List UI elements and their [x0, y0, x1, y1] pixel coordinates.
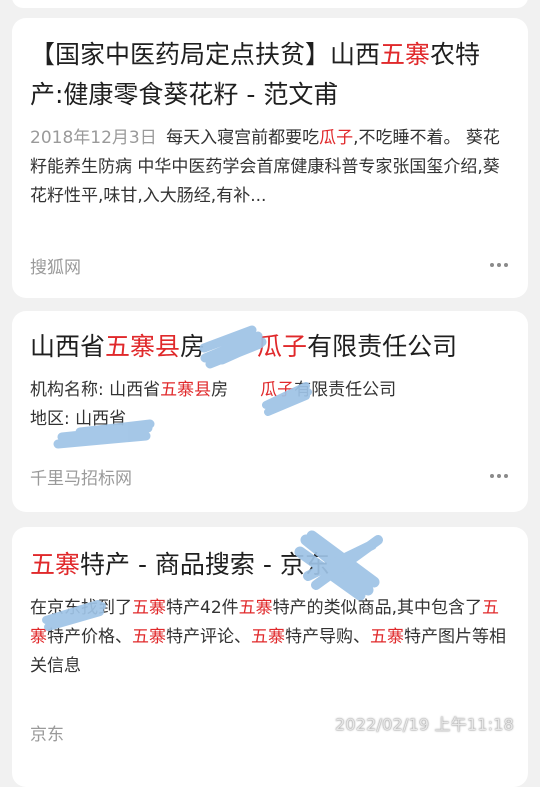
result-snippet: 2018年12月3日 每天入寝宫前都要吃瓜子,不吃睡不着。 葵花籽能养生防病 中…: [30, 124, 510, 211]
title-text: 有限责任公司: [307, 332, 458, 361]
screenshot-timestamp: 2022/02/19 上午11:18: [334, 715, 514, 734]
title-text: 【国家中医药局定点扶贫】山西: [30, 40, 381, 69]
result-source[interactable]: 搜狐网: [30, 253, 81, 278]
snippet-line: 机构名称: 山西省五寨县房 瓜子有限责任公司: [30, 376, 510, 405]
snippet-text: 有限责任公司: [294, 380, 397, 400]
snippet-text: 特产评论、: [166, 627, 251, 647]
result-footer: 千里马招标网: [30, 461, 510, 491]
snippet-highlight: 瓜子: [319, 128, 354, 148]
title-text: 特产 - 商品搜索 - 京东: [80, 550, 330, 579]
title-highlight: 五寨: [30, 550, 81, 579]
snippet-highlight: 五寨: [132, 598, 166, 618]
result-footer: 搜狐网: [30, 250, 510, 280]
result-snippet: 在京东找到了五寨特产42件五寨特产的类似商品,其中包含了五寨特产价格、五寨特产评…: [30, 594, 510, 681]
result-date: 2018年12月3日: [30, 128, 157, 148]
snippet-text: 机构名称: 山西省: [30, 380, 161, 400]
search-result-card[interactable]: 山西省五寨县房 瓜子有限责任公司 机构名称: 山西省五寨县房 瓜子有限责任公司 地区…: [12, 311, 528, 512]
search-result-card[interactable]: 五寨特产 - 商品搜索 - 京东 在京东找到了五寨特产42件五寨特产的类似商品,…: [12, 527, 528, 787]
snippet-text: 特产价格、: [47, 627, 132, 647]
search-result-card[interactable]: 【国家中医药局定点扶贫】山西五寨农特产:健康零食葵花籽 - 范文甫 2018年1…: [12, 18, 528, 298]
snippet-text: 特产的类似商品,其中包含了: [272, 598, 483, 618]
result-title[interactable]: 【国家中医药局定点扶贫】山西五寨农特产:健康零食葵花籽 - 范文甫: [30, 18, 510, 115]
title-highlight: 五寨县: [105, 332, 181, 361]
result-title[interactable]: 山西省五寨县房 瓜子有限责任公司: [30, 311, 510, 367]
result-source[interactable]: 千里马招标网: [30, 464, 132, 489]
snippet-text: 每天入寝宫前都要吃: [166, 128, 320, 148]
result-title[interactable]: 五寨特产 - 商品搜索 - 京东: [30, 527, 510, 585]
previous-card-edge: [12, 0, 528, 8]
more-icon[interactable]: [488, 257, 510, 273]
title-text: 山西省: [30, 332, 106, 361]
snippet-line: 地区: 山西省: [30, 405, 510, 434]
title-highlight: 瓜子: [257, 332, 308, 361]
snippet-text: 房: [211, 380, 229, 400]
snippet-highlight: 五寨: [251, 627, 285, 647]
snippet-highlight: 五寨: [238, 598, 273, 618]
result-snippet: 机构名称: 山西省五寨县房 瓜子有限责任公司 地区: 山西省: [30, 376, 510, 434]
title-text: 房: [180, 332, 206, 361]
result-source[interactable]: 京东: [30, 720, 64, 745]
snippet-highlight: 五寨: [370, 627, 404, 647]
snippet-text: 特产导购、: [285, 627, 370, 647]
more-icon[interactable]: [488, 468, 510, 484]
title-highlight: 五寨: [380, 40, 431, 69]
snippet-highlight: 五寨县: [160, 380, 212, 400]
snippet-text: 在京东找到了: [30, 598, 132, 618]
snippet-highlight: 瓜子: [260, 380, 295, 400]
snippet-text: 特产42件: [166, 598, 239, 618]
snippet-highlight: 五寨: [132, 627, 166, 647]
snippet-text: 地区: 山西省: [30, 409, 127, 429]
